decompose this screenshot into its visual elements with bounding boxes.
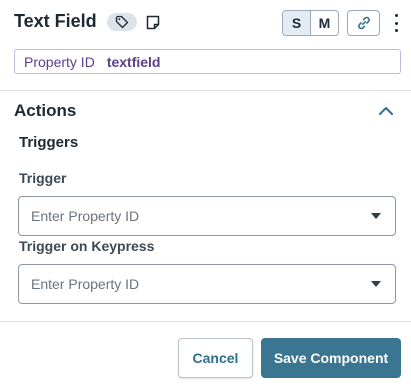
trigger-select-placeholder: Enter Property ID: [31, 208, 140, 224]
trigger-on-keypress-select-placeholder: Enter Property ID: [31, 276, 140, 292]
actions-section-title: Actions: [14, 101, 77, 120]
property-id-box: Property ID textfield: [14, 49, 401, 74]
size-option-m[interactable]: M: [310, 11, 338, 35]
triggers-heading: Triggers: [19, 134, 79, 151]
property-id-value: textfield: [106, 53, 161, 70]
caret-down-icon: [371, 213, 381, 219]
component-title: Text Field: [14, 11, 97, 31]
caret-down-icon: [371, 281, 381, 287]
tag-button[interactable]: [107, 13, 137, 31]
trigger-on-keypress-label: Trigger on Keypress: [19, 238, 155, 254]
size-toggle: S M: [282, 10, 339, 36]
trigger-label: Trigger: [19, 170, 67, 186]
divider: [0, 90, 411, 91]
more-vertical-icon[interactable]: [389, 12, 403, 34]
trigger-on-keypress-select[interactable]: Enter Property ID: [18, 264, 396, 304]
note-icon: [146, 15, 160, 29]
cancel-button[interactable]: Cancel: [178, 338, 253, 378]
component-header: Text Field S M: [0, 0, 411, 46]
link-button[interactable]: [347, 10, 380, 36]
property-id-label: Property ID: [24, 53, 95, 70]
note-button[interactable]: [145, 13, 161, 31]
chevron-up-icon[interactable]: [377, 104, 395, 118]
divider: [0, 321, 411, 322]
tag-icon: [115, 15, 129, 29]
trigger-select[interactable]: Enter Property ID: [18, 196, 396, 236]
size-option-s[interactable]: S: [283, 11, 310, 35]
link-icon: [357, 16, 370, 30]
save-component-button[interactable]: Save Component: [261, 338, 401, 378]
